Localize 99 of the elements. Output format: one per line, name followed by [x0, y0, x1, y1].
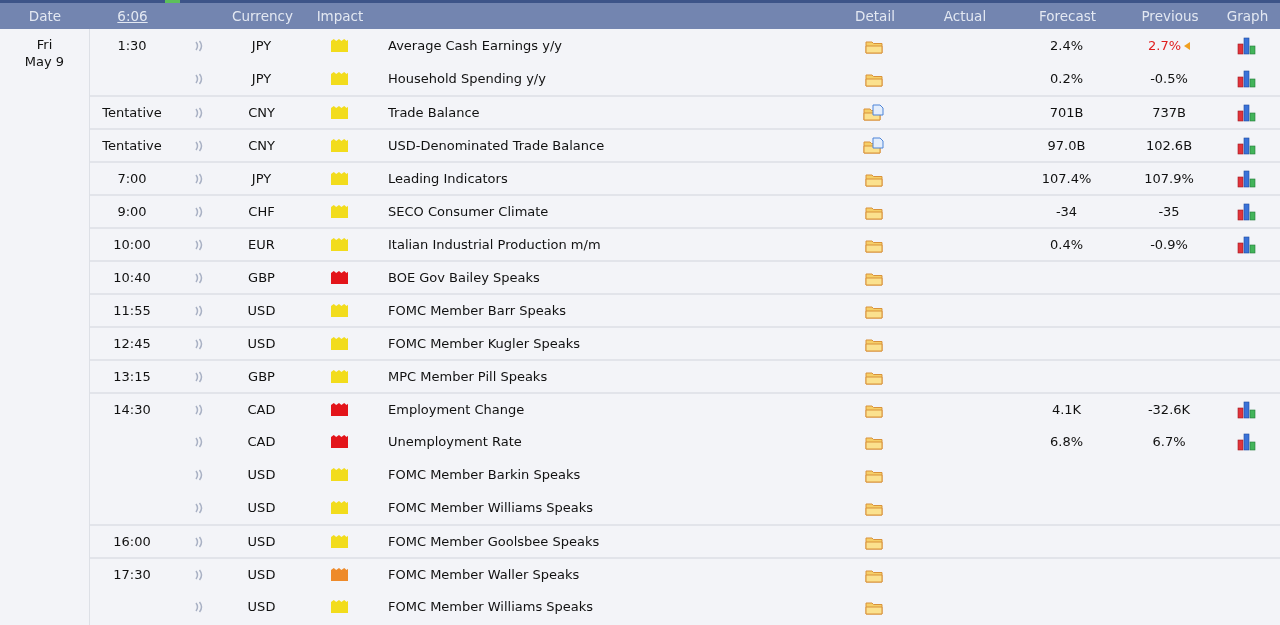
- forecast-cell: 0.4%: [1050, 237, 1083, 252]
- currency-cell: JPY: [251, 71, 272, 86]
- bar-chart-icon[interactable]: [1236, 169, 1257, 188]
- sound-icon[interactable]: [194, 72, 204, 85]
- forecast-cell: 701B: [1049, 105, 1084, 120]
- revised-arrow-icon: [1184, 41, 1190, 50]
- event-title[interactable]: FOMC Member Williams Speaks: [388, 599, 594, 614]
- forecast-cell: -34: [1055, 204, 1078, 219]
- currency-cell: GBP: [248, 270, 275, 285]
- bar-chart-icon[interactable]: [1236, 202, 1257, 221]
- currency-cell: CNY: [248, 105, 275, 120]
- folder-document-icon[interactable]: [863, 104, 885, 121]
- previous-cell: 107.9%: [1144, 171, 1194, 186]
- bar-chart-icon[interactable]: [1236, 400, 1257, 419]
- currency-cell: GBP: [248, 369, 275, 384]
- time-cell: 10:40: [113, 270, 151, 285]
- currency-cell: CAD: [247, 434, 276, 449]
- sound-icon[interactable]: [194, 600, 204, 613]
- currency-cell: CAD: [247, 402, 276, 417]
- sound-icon[interactable]: [194, 435, 204, 448]
- event-title[interactable]: FOMC Member Waller Speaks: [388, 567, 580, 582]
- event-title[interactable]: MPC Member Pill Speaks: [388, 369, 548, 384]
- event-title[interactable]: Leading Indicators: [388, 171, 508, 186]
- sound-icon[interactable]: [194, 205, 204, 218]
- sound-icon[interactable]: [194, 172, 204, 185]
- forecast-cell: 6.8%: [1050, 434, 1083, 449]
- currency-cell: USD: [247, 567, 276, 582]
- sound-icon[interactable]: [194, 370, 204, 383]
- sound-icon[interactable]: [194, 238, 204, 251]
- forecast-cell: 2.4%: [1050, 38, 1083, 53]
- event-title[interactable]: Unemployment Rate: [388, 434, 522, 449]
- currency-cell: JPY: [251, 171, 272, 186]
- forecast-cell: 97.0B: [1047, 138, 1086, 153]
- sound-icon[interactable]: [194, 337, 204, 350]
- sound-icon[interactable]: [194, 106, 204, 119]
- sound-icon[interactable]: [194, 304, 204, 317]
- sound-icon[interactable]: [194, 568, 204, 581]
- currency-cell: USD: [247, 500, 276, 515]
- event-title[interactable]: FOMC Member Barr Speaks: [388, 303, 566, 318]
- time-cell: Tentative: [102, 138, 162, 153]
- time-cell: 13:15: [113, 369, 151, 384]
- bar-chart-icon[interactable]: [1236, 103, 1257, 122]
- event-title[interactable]: FOMC Member Williams Speaks: [388, 500, 594, 515]
- bar-chart-icon[interactable]: [1236, 69, 1257, 88]
- previous-cell: 6.7%: [1152, 434, 1186, 449]
- sound-icon[interactable]: [194, 271, 204, 284]
- previous-cell: 102.6B: [1145, 138, 1193, 153]
- sound-icon[interactable]: [194, 468, 204, 481]
- event-title[interactable]: FOMC Member Barkin Speaks: [388, 467, 581, 482]
- time-cell: 10:00: [113, 237, 151, 252]
- sound-icon[interactable]: [194, 39, 204, 52]
- forecast-cell: 0.2%: [1050, 71, 1083, 86]
- event-title[interactable]: SECO Consumer Climate: [388, 204, 549, 219]
- event-title[interactable]: Italian Industrial Production m/m: [388, 237, 601, 252]
- event-title[interactable]: Household Spending y/y: [388, 71, 546, 86]
- sound-icon[interactable]: [194, 139, 204, 152]
- forecast-cell: 107.4%: [1041, 171, 1092, 186]
- currency-cell: CHF: [248, 204, 275, 219]
- bar-chart-icon[interactable]: [1236, 432, 1257, 451]
- time-cell: Tentative: [102, 105, 162, 120]
- time-cell: 16:00: [113, 534, 151, 549]
- previous-cell: -32.6K: [1147, 402, 1191, 417]
- time-cell: 1:30: [117, 38, 147, 53]
- folder-document-icon[interactable]: [863, 137, 885, 154]
- time-cell: 12:45: [113, 336, 151, 351]
- time-cell: 11:55: [113, 303, 151, 318]
- event-title[interactable]: BOE Gov Bailey Speaks: [388, 270, 540, 285]
- event-title[interactable]: Average Cash Earnings y/y: [388, 38, 562, 53]
- currency-cell: USD: [247, 534, 276, 549]
- bar-chart-icon[interactable]: [1236, 36, 1257, 55]
- event-title[interactable]: FOMC Member Kugler Speaks: [388, 336, 580, 351]
- currency-cell: USD: [247, 467, 276, 482]
- time-cell: 17:30: [113, 567, 151, 582]
- time-cell: 7:00: [117, 171, 147, 186]
- currency-cell: JPY: [251, 38, 272, 53]
- currency-cell: CNY: [248, 138, 275, 153]
- event-title[interactable]: Trade Balance: [388, 105, 480, 120]
- bar-chart-icon[interactable]: [1236, 136, 1257, 155]
- forecast-cell: 4.1K: [1051, 402, 1082, 417]
- previous-cell: 737B: [1152, 105, 1186, 120]
- time-cell: 14:30: [113, 402, 151, 417]
- weekday-label: Fri: [36, 37, 53, 52]
- bar-chart-icon[interactable]: [1236, 235, 1257, 254]
- previous-cell: -35: [1158, 204, 1180, 219]
- sound-icon[interactable]: [194, 403, 204, 416]
- previous-cell: -0.9%: [1150, 237, 1188, 252]
- sound-icon[interactable]: [194, 535, 204, 548]
- currency-cell: USD: [247, 303, 276, 318]
- event-title[interactable]: Employment Change: [388, 402, 525, 417]
- date-label: May 9: [24, 54, 65, 69]
- previous-cell: -0.5%: [1150, 71, 1188, 86]
- previous-cell: 2.7%: [1148, 38, 1181, 53]
- currency-cell: USD: [247, 599, 276, 614]
- currency-cell: EUR: [248, 237, 275, 252]
- time-cell: 9:00: [117, 204, 147, 219]
- event-title[interactable]: FOMC Member Goolsbee Speaks: [388, 534, 600, 549]
- sound-icon[interactable]: [194, 501, 204, 514]
- currency-cell: USD: [247, 336, 276, 351]
- event-title[interactable]: USD-Denominated Trade Balance: [388, 138, 605, 153]
